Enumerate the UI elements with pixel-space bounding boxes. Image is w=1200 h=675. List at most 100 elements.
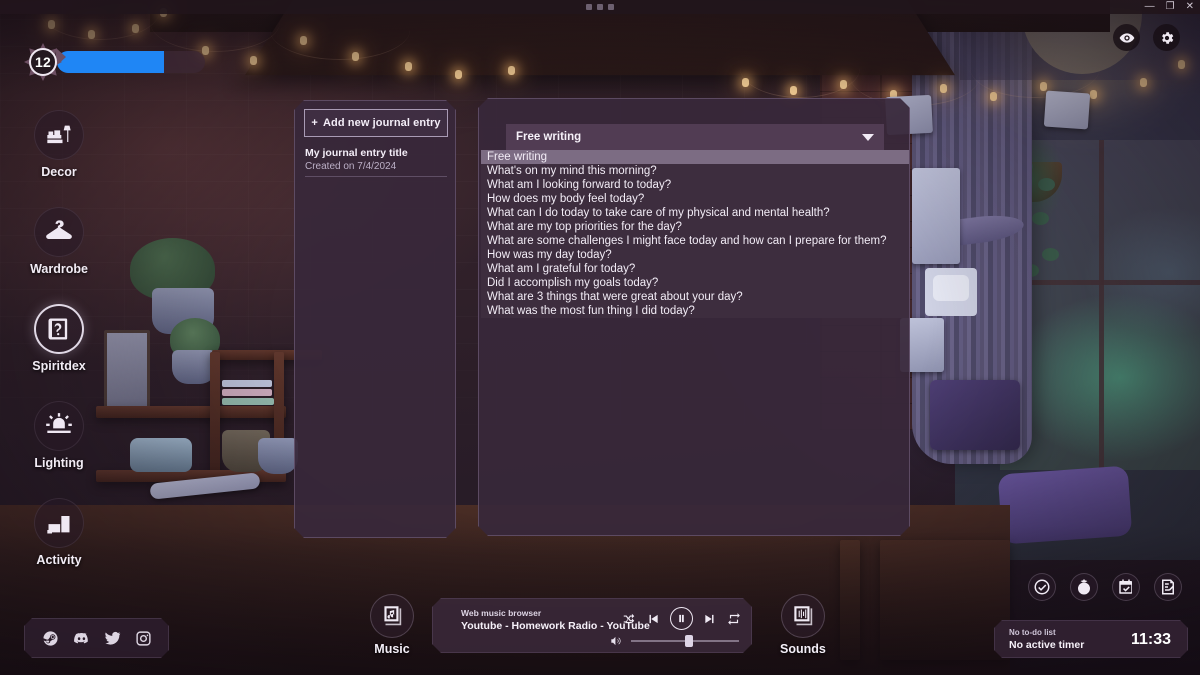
pomodoro-timer-icon [1078,579,1090,595]
next-icon[interactable] [703,612,717,626]
journal-entry-created: Created on 7/4/2024 [305,161,397,172]
plus-icon: + [311,117,318,129]
volume-knob[interactable] [685,635,693,647]
sidebar-icon-wrap [34,304,84,354]
add-new-journal-entry-button[interactable]: + Add new journal entry [304,109,448,137]
sidebar-item-spiritdex[interactable]: Spiritdex [14,304,104,373]
settings-button[interactable] [1153,24,1180,51]
repeat-icon[interactable] [727,612,741,626]
minimize-button[interactable]: — [1145,2,1155,12]
sidebar-item-label: Decor [41,165,77,179]
prompt-dropdown-list[interactable]: Free writing What's on my mind this morni… [481,150,909,318]
sidebar-icon-wrap [34,207,84,257]
window-drag-handle[interactable] [586,4,614,10]
prompt-option[interactable]: What am I grateful for today? [481,262,909,276]
sidebar-item-label: Activity [36,553,82,567]
furniture-post [840,540,860,660]
window-controls: — ❐ ✕ [1145,0,1194,14]
eye-icon-button[interactable] [1113,24,1140,51]
prompt-option[interactable]: What are 3 things that were great about … [481,290,909,304]
dock-item-sounds[interactable]: Sounds [780,594,826,656]
sidebar-item-wardrobe[interactable]: Wardrobe [14,207,104,276]
left-sidebar: Decor Wardrobe Spiritdex Lighting Activi… [14,110,104,595]
journal-editor-panel: Free writing Free writing What's on my mi… [478,98,910,536]
pomodoro-button[interactable] [1070,573,1098,601]
instagram-icon[interactable] [135,630,152,647]
entry-divider [305,176,447,177]
music-transport-controls [622,607,741,630]
notes-button[interactable] [1154,573,1182,601]
dock-label-sounds: Sounds [780,642,826,656]
calendar-button[interactable] [1112,573,1140,601]
shuffle-icon[interactable] [622,612,636,626]
add-entry-label: Add new journal entry [322,117,441,129]
utility-icon-bar [1028,573,1182,601]
level-badge-inner: 12 [29,48,57,76]
prompt-select[interactable]: Free writing [506,124,884,150]
dock-label-music: Music [374,642,410,656]
sidebar-icon-wrap [34,110,84,160]
shelf-post [210,352,220,472]
volume-icon[interactable] [609,634,623,648]
book [222,398,274,405]
sidebar-item-lighting[interactable]: Lighting [14,401,104,470]
prompt-option[interactable]: What are some challenges I might face to… [481,234,909,248]
book [222,389,272,396]
social-links-bar [24,618,169,658]
framed-art [930,380,1020,450]
xp-track [57,51,205,73]
journal-entry-list-item[interactable]: My journal entry title Created on 7/4/20… [305,147,447,172]
book [222,380,272,387]
sidebar-item-decor[interactable]: Decor [14,110,104,179]
window-mullion [1099,140,1104,470]
shelf-upper [96,406,286,418]
prompt-option[interactable]: How was my day today? [481,248,909,262]
prompt-select-value: Free writing [516,131,582,143]
wall-poster [912,168,960,264]
picture-frame [104,330,150,412]
discord-icon[interactable] [73,630,90,647]
prompt-option[interactable]: Free writing [481,150,909,164]
prompt-option[interactable]: Did I accomplish my goals today? [481,276,909,290]
polaroid [1043,90,1091,130]
cushion [130,438,192,472]
prompt-option[interactable]: What am I looking forward to today? [481,178,909,192]
level-xp-bar: 12 [24,43,205,81]
music-note-icon [384,606,402,626]
sidebar-item-label: Wardrobe [30,262,88,276]
prompt-option[interactable]: How does my body feel today? [481,192,909,206]
bed-lamp-icon [47,125,71,144]
volume-row [609,634,739,648]
pause-button[interactable] [670,607,693,630]
chevron-down-icon [862,134,874,141]
journal-entries-panel: + Add new journal entry My journal entry… [294,100,456,538]
maximize-button[interactable]: ❐ [1166,2,1175,12]
todo-status-label: No to-do list [1009,628,1056,637]
gear-icon [1161,31,1173,44]
pause-icon [676,613,687,624]
twitter-icon[interactable] [104,630,121,647]
purple-pillow [997,465,1133,545]
steam-icon[interactable] [42,630,59,647]
level-badge: 12 [24,43,62,81]
checkmark-circle-icon [1034,579,1050,595]
prompt-option[interactable]: What are my top priorities for the day? [481,220,909,234]
prompt-option[interactable]: What was the most fun thing I did today? [481,304,909,318]
prompt-option[interactable]: What's on my mind this morning? [481,164,909,178]
previous-icon[interactable] [646,612,660,626]
window-titlebar: — ❐ ✕ [0,0,1200,14]
prompt-option[interactable]: What can I do today to take care of my p… [481,206,909,220]
close-button[interactable]: ✕ [1186,2,1194,12]
volume-slider[interactable] [631,640,739,642]
music-icon-wrap [370,594,414,638]
todo-button[interactable] [1028,573,1056,601]
status-widget[interactable]: No to-do list No active timer 11:33 [994,620,1188,658]
sidebar-item-activity[interactable]: Activity [14,498,104,567]
calendar-check-icon [1119,579,1132,594]
sidebar-item-label: Lighting [34,456,84,470]
activity-icon [47,516,70,534]
storage-bin [258,438,298,474]
app-root: — ❐ ✕ 12 Decor Wardrobe Spiritdex Lighti… [0,0,1200,675]
sidebar-icon-wrap [34,401,84,451]
dock-item-music[interactable]: Music [370,594,414,656]
